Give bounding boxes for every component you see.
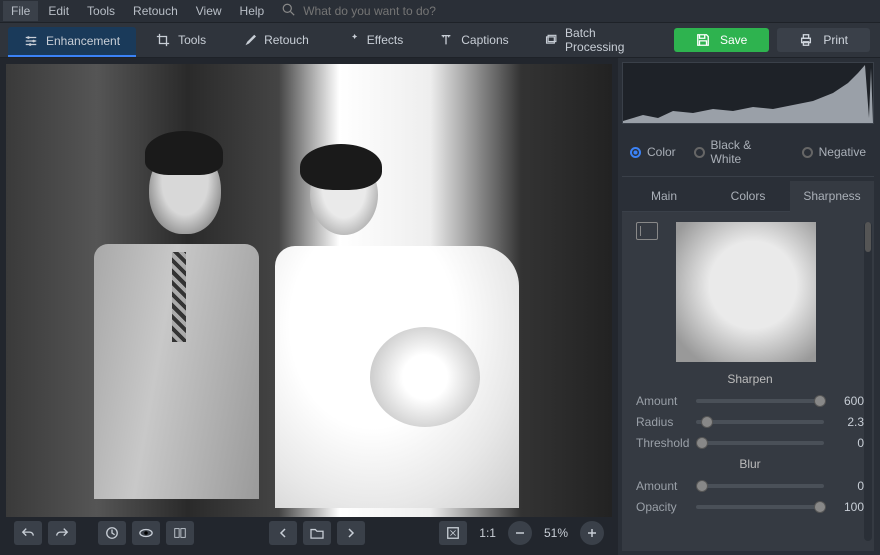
sharpen-threshold-label: Threshold xyxy=(636,436,688,450)
panel-scrollbar[interactable] xyxy=(864,222,872,541)
blur-opacity-slider[interactable] xyxy=(696,505,824,509)
adjust-tabs: Main Colors Sharpness xyxy=(622,181,874,212)
tab-effects[interactable]: Effects xyxy=(329,27,419,53)
print-icon xyxy=(799,33,813,47)
tab-retouch[interactable]: Retouch xyxy=(226,27,325,53)
mode-color-label: Color xyxy=(647,145,676,159)
sharpen-threshold-value: 0 xyxy=(832,436,864,450)
radio-off-icon xyxy=(694,147,705,158)
print-label: Print xyxy=(823,33,848,47)
right-sidebar: Color Black & White Negative Main Colors… xyxy=(618,58,880,555)
next-button[interactable] xyxy=(337,521,365,545)
histogram[interactable] xyxy=(622,62,874,124)
sharpen-radius-label: Radius xyxy=(636,415,688,429)
main-toolbar: Enhancement Tools Retouch Effects Captio… xyxy=(0,22,880,58)
browse-button[interactable] xyxy=(303,521,331,545)
sharpen-section-title: Sharpen xyxy=(636,372,864,386)
fit-button[interactable] xyxy=(439,521,467,545)
blur-amount-slider[interactable] xyxy=(696,484,824,488)
search-input[interactable] xyxy=(303,4,503,18)
menu-tools[interactable]: Tools xyxy=(79,1,123,21)
zoom-percent: 51% xyxy=(538,526,574,540)
sharpen-amount-label: Amount xyxy=(636,394,688,408)
canvas-bottom-bar: 1:1 51% xyxy=(6,517,612,549)
brush-icon xyxy=(242,33,256,47)
save-icon xyxy=(696,33,710,47)
blur-amount-value: 0 xyxy=(832,479,864,493)
menu-help[interactable]: Help xyxy=(232,1,273,21)
tab-captions[interactable]: Captions xyxy=(423,27,524,53)
zoom-ratio[interactable]: 1:1 xyxy=(473,526,502,540)
canvas-area: 1:1 51% xyxy=(0,58,618,555)
tab-retouch-label: Retouch xyxy=(264,33,309,47)
blur-opacity-label: Opacity xyxy=(636,500,688,514)
zoom-in-button[interactable] xyxy=(580,521,604,545)
wand-icon xyxy=(345,33,359,47)
undo-button[interactable] xyxy=(14,521,42,545)
search-icon xyxy=(282,3,295,19)
sharpen-amount-value: 600 xyxy=(832,394,864,408)
tab-enhancement-label: Enhancement xyxy=(46,34,120,48)
history-button[interactable] xyxy=(98,521,126,545)
color-mode-group: Color Black & White Negative xyxy=(622,132,874,177)
tab-enhancement[interactable]: Enhancement xyxy=(8,27,136,57)
tab-tools-label: Tools xyxy=(178,33,206,47)
radio-on-icon xyxy=(630,147,641,158)
menu-file[interactable]: File xyxy=(3,1,38,21)
mode-negative[interactable]: Negative xyxy=(802,138,866,166)
text-icon xyxy=(439,33,453,47)
blur-opacity-value: 100 xyxy=(832,500,864,514)
mode-bw-label: Black & White xyxy=(711,138,784,166)
save-label: Save xyxy=(720,33,747,47)
sharpen-amount-slider[interactable] xyxy=(696,399,824,403)
compare-button[interactable] xyxy=(166,521,194,545)
sliders-icon xyxy=(24,34,38,48)
menu-bar: File Edit Tools Retouch View Help xyxy=(0,0,880,22)
mode-negative-label: Negative xyxy=(819,145,866,159)
menu-retouch[interactable]: Retouch xyxy=(125,1,186,21)
zoom-out-button[interactable] xyxy=(508,521,532,545)
tab-captions-label: Captions xyxy=(461,33,508,47)
compare-toggle[interactable] xyxy=(636,222,658,240)
sharpen-radius-slider[interactable] xyxy=(696,420,824,424)
mode-color[interactable]: Color xyxy=(630,138,676,166)
save-button[interactable]: Save xyxy=(674,28,769,52)
tab-batch-label: Batch Processing xyxy=(565,26,648,54)
redo-button[interactable] xyxy=(48,521,76,545)
menu-view[interactable]: View xyxy=(188,1,230,21)
mode-bw[interactable]: Black & White xyxy=(694,138,784,166)
batch-icon xyxy=(545,33,557,47)
tab-batch[interactable]: Batch Processing xyxy=(529,27,664,53)
sharpness-panel: Sharpen Amount 600 Radius 2.3 Threshold … xyxy=(622,212,874,551)
tab-colors[interactable]: Colors xyxy=(706,181,790,212)
blur-amount-label: Amount xyxy=(636,479,688,493)
menu-edit[interactable]: Edit xyxy=(40,1,77,21)
print-button[interactable]: Print xyxy=(777,28,870,52)
blur-section-title: Blur xyxy=(636,457,864,471)
sharpen-radius-value: 2.3 xyxy=(832,415,864,429)
preview-thumbnail xyxy=(676,222,816,362)
preview-button[interactable] xyxy=(132,521,160,545)
crop-icon xyxy=(156,33,170,47)
tab-effects-label: Effects xyxy=(367,33,403,47)
radio-off-icon xyxy=(802,147,813,158)
tab-main[interactable]: Main xyxy=(622,181,706,212)
prev-button[interactable] xyxy=(269,521,297,545)
tab-tools[interactable]: Tools xyxy=(140,27,222,53)
sharpen-threshold-slider[interactable] xyxy=(696,441,824,445)
photo-viewport[interactable] xyxy=(6,64,612,517)
tab-sharpness[interactable]: Sharpness xyxy=(790,181,874,212)
